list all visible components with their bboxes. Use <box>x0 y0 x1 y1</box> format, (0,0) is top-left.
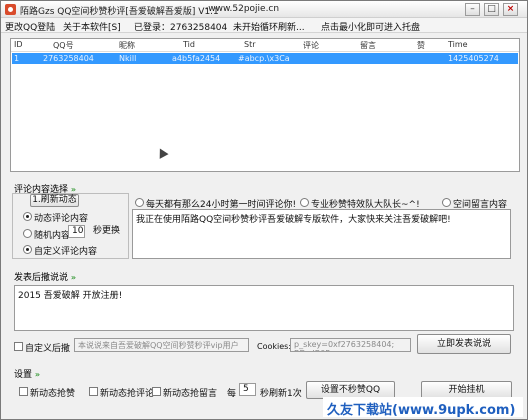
radio-custom-comment[interactable] <box>23 245 32 254</box>
settings-section-title: 设置 » <box>14 370 41 380</box>
column-nickname[interactable]: 昵称 <box>119 40 135 51</box>
cell-tid: a4b5fa2454 <box>172 54 221 63</box>
cell-qq: 2763258404 <box>43 54 94 63</box>
auto-comment-checkbox[interactable] <box>89 387 98 396</box>
random-interval-input[interactable]: 10 <box>68 225 85 238</box>
cell-str: #abcp.\x3Ca <box>238 54 290 63</box>
auto-comment-label[interactable]: 新动态抢评论 <box>100 386 154 399</box>
custom-post-checkbox[interactable] <box>14 342 23 351</box>
column-like[interactable]: 赞 <box>417 40 425 51</box>
interval-input[interactable]: 5 <box>239 383 256 396</box>
interval-every-label: 每 <box>227 389 237 399</box>
custom-post-label[interactable]: 自定义后撒 <box>25 341 70 354</box>
window-site: -www.52pojie.cn <box>205 4 280 14</box>
table-header: ID QQ号 昵称 Tid Str 评论 留言 赞 Time <box>11 39 519 52</box>
cookies-label: Cookies: <box>257 342 292 351</box>
menu-about[interactable]: 关于本软件[S] <box>63 20 121 33</box>
post-content-textarea[interactable]: 2015 吾爱破解 开放注册! <box>14 285 514 331</box>
refresh-feed-button[interactable]: 1.刷新动态 <box>30 194 79 207</box>
column-time[interactable]: Time <box>448 40 468 49</box>
publish-post-button[interactable]: 立即发表说说 <box>417 334 511 354</box>
column-tid[interactable]: Tid <box>183 40 195 49</box>
menu-logged-in-status: 已登录：2763258404 <box>134 23 228 33</box>
feed-table[interactable]: ID QQ号 昵称 Tid Str 评论 留言 赞 Time 1 2763258… <box>10 38 520 172</box>
radio-feed-comment[interactable] <box>23 212 32 221</box>
column-str[interactable]: Str <box>244 40 256 49</box>
menu-loop-status: 未开始循环刷新... <box>233 23 305 33</box>
post-section-title: 发表后撒说说 » <box>14 273 77 283</box>
main-window: 陌路Gzs QQ空间秒赞秒评[吾爱破解吾爱版] V1.1 -www.52poji… <box>0 0 528 420</box>
random-interval-suffix: 秒更换 <box>92 226 120 236</box>
chevron-right-icon: » <box>34 370 41 379</box>
comment-content-textarea[interactable]: 我正在使用陌路QQ空间秒赞秒评吾爱破解专版软件，大家快来关注吾爱破解吧! <box>132 209 511 259</box>
minimize-icon[interactable]: – <box>465 3 480 16</box>
radio-custom-comment-label[interactable]: 自定义评论内容 <box>34 244 97 257</box>
radio-random-content[interactable] <box>23 229 32 238</box>
radio-option-message[interactable] <box>442 198 451 207</box>
cookies-input[interactable]: p_skey=0xf2763258404; BD+JB0P= <box>290 338 411 352</box>
radio-feed-comment-label[interactable]: 动态评论内容 <box>34 211 88 224</box>
maximize-icon[interactable]: □ <box>484 3 499 16</box>
app-logo-icon <box>5 4 16 15</box>
radio-random-content-label[interactable]: 随机内容 <box>34 228 70 241</box>
menu-change-qq-login[interactable]: 更改QQ登陆 <box>5 20 55 33</box>
table-row[interactable]: 1 2763258404 Nkill a4b5fa2454 #abcp.\x3C… <box>12 53 518 64</box>
column-qq[interactable]: QQ号 <box>53 40 74 51</box>
radio-option-team[interactable] <box>300 198 309 207</box>
custom-post-input[interactable]: 本说说来自吾爱破解QQ空间秒赞秒评vip用户端 <box>74 338 249 352</box>
cell-nickname: Nkill <box>119 54 137 63</box>
auto-like-label[interactable]: 新动态抢赞 <box>30 386 75 399</box>
auto-message-checkbox[interactable] <box>152 387 161 396</box>
chevron-right-icon: » <box>70 273 77 282</box>
auto-like-checkbox[interactable] <box>19 387 28 396</box>
cell-time: 1425405274 <box>448 54 499 63</box>
interval-suffix: 秒刷新1次 <box>260 389 302 399</box>
watermark-text: 久友下载站(www.9upk.com) <box>323 397 523 418</box>
column-id[interactable]: ID <box>14 40 23 49</box>
radio-option-24h[interactable] <box>135 198 144 207</box>
auto-message-label[interactable]: 新动态抢留言 <box>163 386 217 399</box>
menu-tray-hint[interactable]: 点击最小化即可进入托盘 <box>321 20 420 33</box>
title-bar: 陌路Gzs QQ空间秒赞秒评[吾爱破解吾爱版] V1.1 -www.52poji… <box>1 1 527 18</box>
column-comment[interactable]: 评论 <box>303 40 319 51</box>
cell-id: 1 <box>14 54 20 63</box>
menu-bar: 更改QQ登陆 关于本软件[S] 已登录：2763258404 未开始循环刷新..… <box>1 18 527 33</box>
close-icon[interactable]: × <box>503 3 518 16</box>
window-title: 陌路Gzs QQ空间秒赞秒评[吾爱破解吾爱版] V1.1 <box>20 7 219 17</box>
column-message[interactable]: 留言 <box>360 40 376 51</box>
